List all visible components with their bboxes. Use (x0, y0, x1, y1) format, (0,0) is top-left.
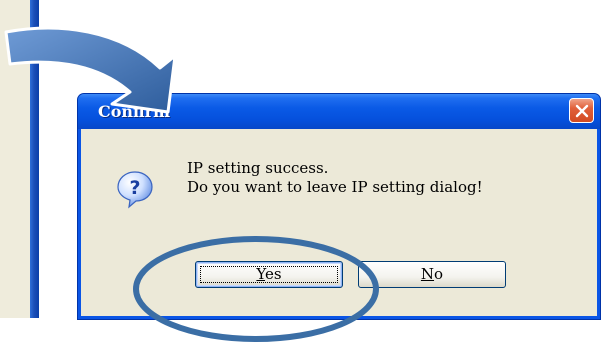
no-button[interactable]: No (358, 261, 506, 288)
dialog-body: ? IP setting success. Do you want to lea… (81, 129, 597, 316)
background-window-border (30, 0, 39, 318)
yes-button[interactable]: Yes (195, 261, 343, 288)
close-button[interactable] (569, 98, 594, 123)
dialog-message: IP setting success. Do you want to leave… (187, 159, 483, 197)
yes-button-label: Yes (256, 265, 282, 283)
question-icon: ? (117, 171, 153, 209)
no-button-label: No (420, 265, 444, 283)
close-icon (575, 104, 589, 118)
screenshot-page: Confirm ? IP setting success. Do you wan… (0, 0, 601, 347)
background-window-panel (0, 0, 31, 318)
dialog-titlebar[interactable]: Confirm (78, 94, 600, 129)
svg-text:?: ? (129, 177, 140, 199)
dialog-title: Confirm (98, 102, 171, 121)
confirm-dialog: Confirm ? IP setting success. Do you wan… (78, 94, 600, 319)
message-line-1: IP setting success. (187, 159, 329, 177)
message-line-2: Do you want to leave IP setting dialog! (187, 178, 483, 196)
